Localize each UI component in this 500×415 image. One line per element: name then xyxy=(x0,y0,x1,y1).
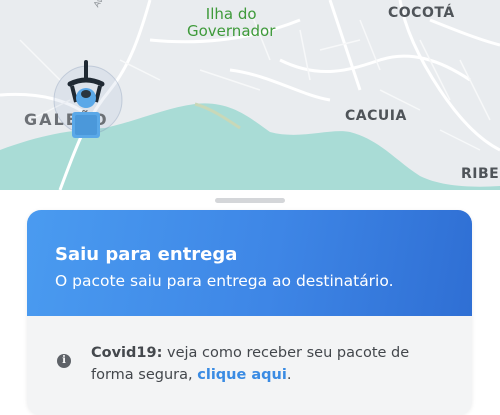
map-label-cacuia: CACUIA xyxy=(345,108,407,124)
notice-link[interactable]: clique aqui xyxy=(197,367,287,383)
map-label-ribeira: RIBE xyxy=(461,166,500,182)
courier-marker-icon[interactable] xyxy=(66,58,106,148)
map-label-line: Governador xyxy=(187,22,276,40)
map-label-ilha-do-governador: Ilha do Governador xyxy=(187,6,275,40)
bottom-sheet: Saiu para entrega O pacote saiu para ent… xyxy=(0,190,500,415)
status-description: O pacote saiu para entrega ao destinatár… xyxy=(55,272,394,290)
notice-prefix: Covid19: xyxy=(91,345,163,361)
tracking-card: Saiu para entrega O pacote saiu para ent… xyxy=(27,210,472,415)
map-label-line: Ilha do xyxy=(205,5,257,23)
notice-text: Covid19: veja como receber seu pacote de… xyxy=(91,342,451,386)
covid-notice: i Covid19: veja como receber seu pacote … xyxy=(27,316,472,415)
info-icon: i xyxy=(57,354,71,368)
status-banner: Saiu para entrega O pacote saiu para ent… xyxy=(27,210,472,316)
map-view[interactable]: Av. Bra Ilha do Governador COCOTÁ GALEÃO… xyxy=(0,0,500,190)
status-title: Saiu para entrega xyxy=(55,244,238,265)
drag-handle[interactable] xyxy=(215,198,285,203)
map-label-cocota: COCOTÁ xyxy=(388,5,455,21)
notice-suffix: . xyxy=(286,367,292,383)
